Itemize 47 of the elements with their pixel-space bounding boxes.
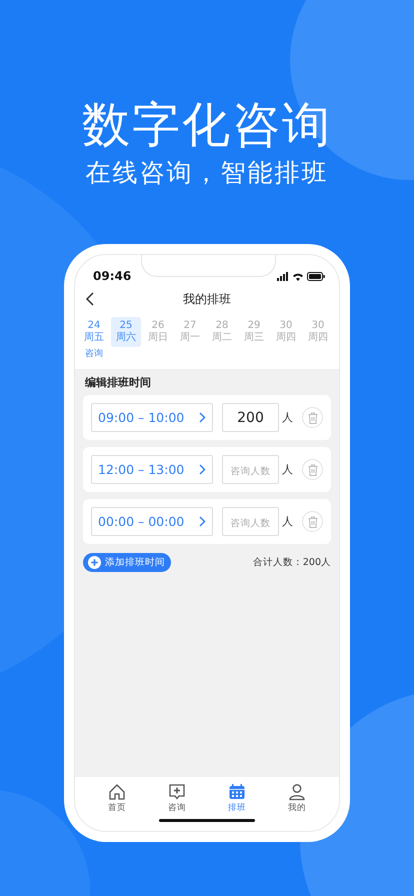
trash-icon — [308, 516, 318, 528]
date-tab[interactable]: 25 周六 — [111, 317, 141, 347]
add-time-button[interactable]: 添加排班时间 — [83, 553, 171, 572]
tab-item[interactable]: 我的 — [284, 777, 310, 819]
date-tab[interactable]: 27 周一 — [175, 317, 205, 347]
plus-circle-icon — [88, 556, 101, 569]
unit-label: 人 — [282, 462, 293, 477]
person-icon — [288, 782, 306, 800]
date-tab[interactable]: 30 周四 — [303, 317, 333, 347]
count-field[interactable]: 咨询人数 — [222, 507, 279, 536]
chevron-right-icon — [199, 516, 206, 527]
delete-button[interactable] — [302, 459, 323, 480]
tab-item[interactable]: 排班 — [224, 777, 250, 819]
signal-icon — [277, 272, 289, 281]
calendar-icon — [228, 782, 246, 800]
section-title: 编辑排班时间 — [85, 375, 152, 391]
tab-item[interactable]: 咨询 — [164, 777, 190, 819]
back-icon[interactable] — [85, 292, 95, 306]
status-time: 09:46 — [93, 269, 132, 283]
delete-button[interactable] — [302, 511, 323, 532]
plus-bubble-icon — [168, 782, 186, 800]
count-field[interactable]: 200 — [222, 403, 279, 432]
unit-label: 人 — [282, 410, 293, 425]
chevron-right-icon — [199, 464, 206, 475]
trash-icon — [308, 464, 318, 476]
tab-item[interactable]: 首页 — [104, 777, 130, 819]
date-note: 咨询 — [85, 349, 103, 360]
time-range-field[interactable]: 12:00 – 13:00 — [91, 455, 213, 484]
date-tab[interactable]: 26 周日 — [143, 317, 173, 347]
trash-icon — [308, 412, 318, 424]
date-tab[interactable]: 24 周五 — [79, 317, 109, 347]
headline: 数字化咨询 — [82, 96, 332, 155]
chevron-right-icon — [199, 412, 206, 423]
home-icon — [108, 782, 126, 800]
time-range-field[interactable]: 09:00 – 10:00 — [91, 403, 213, 432]
page-title: 我的排班 — [183, 290, 231, 308]
delete-button[interactable] — [302, 407, 323, 428]
wifi-icon — [292, 272, 304, 281]
date-tab[interactable]: 30 周四 — [271, 317, 301, 347]
battery-icon — [307, 272, 325, 281]
unit-label: 人 — [282, 514, 293, 529]
date-tab[interactable]: 29 周三 — [239, 317, 269, 347]
count-field[interactable]: 咨询人数 — [222, 455, 279, 484]
subtitle: 在线咨询，智能排班 — [86, 158, 328, 188]
date-tab[interactable]: 28 周二 — [207, 317, 237, 347]
total-count: 合计人数：200人 — [252, 556, 331, 569]
time-range-field[interactable]: 00:00 – 00:00 — [91, 507, 213, 536]
